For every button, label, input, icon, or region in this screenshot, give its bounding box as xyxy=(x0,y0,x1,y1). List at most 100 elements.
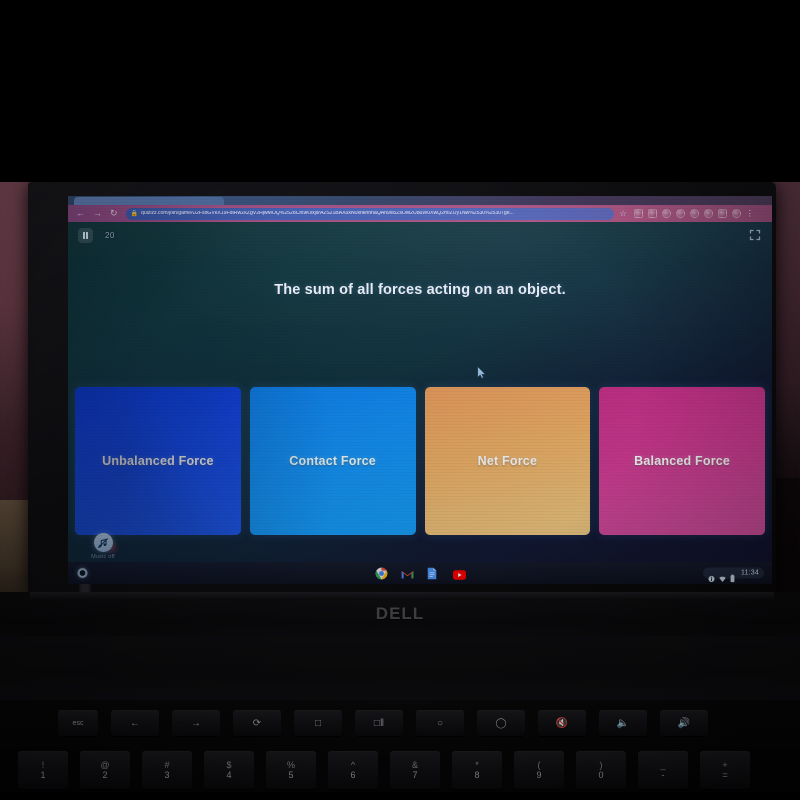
pause-button[interactable] xyxy=(78,227,93,243)
key-2-digit: 2 xyxy=(102,769,108,780)
key-3[interactable]: # 3 xyxy=(142,751,192,789)
music-toggle-label: Music off xyxy=(91,554,115,560)
google-docs-icon[interactable] xyxy=(427,567,440,580)
key-overview[interactable]: □‖ xyxy=(355,710,403,736)
launcher-button[interactable] xyxy=(77,567,88,579)
key-back[interactable]: ← xyxy=(111,710,159,736)
key-2-symbol: @ xyxy=(100,759,110,770)
extension-icon-6[interactable] xyxy=(703,209,713,218)
music-toggle[interactable]: Music off xyxy=(80,533,126,560)
chrome-icon[interactable] xyxy=(375,567,388,580)
music-muted-icon xyxy=(93,533,113,552)
key-volume-down[interactable]: 🔈 xyxy=(599,710,647,736)
dell-logo: DELL xyxy=(375,604,425,623)
reload-icon[interactable]: ↻ xyxy=(110,209,118,218)
system-tray[interactable]: 11:34 xyxy=(703,567,764,583)
chrome-menu-icon[interactable]: ⋮ xyxy=(746,209,754,218)
bookmark-star-icon[interactable]: ☆ xyxy=(620,209,627,218)
extension-icon-1[interactable] xyxy=(633,209,643,218)
letterbox-top xyxy=(0,0,800,182)
browser-tab-quizizz[interactable] xyxy=(74,197,224,205)
battery-icon xyxy=(730,570,737,583)
laptop-screen: ← → ↻ 🔒 quizizz.com/join/game/U2FsdGVkX1… xyxy=(68,196,772,584)
answer-option-3[interactable]: Net Force xyxy=(424,387,591,535)
answer-option-2[interactable]: Contact Force xyxy=(249,387,416,535)
laptop-palmrest xyxy=(0,636,800,700)
navigation-buttons: ← → ↻ xyxy=(68,209,118,218)
key-8-symbol: * xyxy=(475,759,479,770)
key-fullscreen[interactable]: □ xyxy=(294,710,342,736)
key-1-digit: 1 xyxy=(40,769,46,780)
key-brightness-down[interactable]: ○ xyxy=(416,710,464,736)
key-0[interactable]: ) 0 xyxy=(576,751,626,789)
key-0-symbol: ) xyxy=(599,759,603,770)
key-1-symbol: ! xyxy=(41,759,45,770)
key-3-symbol: # xyxy=(164,759,170,770)
shelf-app-icons xyxy=(375,567,466,580)
key-reload[interactable]: ⟳ xyxy=(233,710,281,736)
key-5-symbol: % xyxy=(286,759,295,770)
key-7-digit: 7 xyxy=(412,769,418,780)
key-4-digit: 4 xyxy=(226,769,232,780)
browser-toolbar: ← → ↻ 🔒 quizizz.com/join/game/U2FsdGVkX1… xyxy=(68,205,772,222)
youtube-icon[interactable] xyxy=(452,567,466,580)
key-equals-symbol: + xyxy=(722,759,728,770)
key-mute[interactable]: 🔇 xyxy=(538,710,586,736)
shelf-clock: 11:34 xyxy=(741,569,759,577)
profile-avatar-icon[interactable] xyxy=(731,209,741,218)
key-7-symbol: & xyxy=(411,759,418,770)
key-5[interactable]: % 5 xyxy=(266,751,316,789)
key-6-symbol: ^ xyxy=(350,759,356,770)
key-escape[interactable]: esc xyxy=(58,710,98,736)
key-5-digit: 5 xyxy=(288,769,294,780)
key-7[interactable]: & 7 xyxy=(390,751,440,789)
browser-tabstrip xyxy=(68,196,772,205)
key-forward[interactable]: → xyxy=(172,710,220,736)
back-icon[interactable]: ← xyxy=(76,209,85,218)
forward-icon[interactable]: → xyxy=(93,209,102,218)
key-4[interactable]: $ 4 xyxy=(204,751,254,789)
keyboard-function-row: esc ← → ⟳ □ □‖ ○ ◯ 🔇 🔈 🔊 xyxy=(0,703,800,743)
key-2[interactable]: @ 2 xyxy=(80,751,130,789)
key-8[interactable]: * 8 xyxy=(452,751,502,789)
url-text: quizizz.com/join/game/U2FsdGVkX19FdIRwZk… xyxy=(141,210,514,216)
key-minus-digit: - xyxy=(661,769,665,780)
key-minus[interactable]: _ - xyxy=(638,751,688,789)
key-3-digit: 3 xyxy=(164,769,170,780)
keyboard-number-row: ! 1 @ 2 # 3 $ 4 % 5 ^ 6 & 7 * 8 (9) 0 … xyxy=(0,746,800,794)
chromeos-shelf: 11:34 xyxy=(68,562,772,584)
extension-icon-3[interactable] xyxy=(661,209,671,218)
key-minus-symbol: _ xyxy=(660,759,666,770)
gmail-icon[interactable] xyxy=(401,567,414,580)
quiz-timer: 20 xyxy=(105,230,115,240)
extension-icon-5[interactable] xyxy=(689,209,699,218)
key-8-digit: 8 xyxy=(474,769,480,780)
key-4-symbol: $ xyxy=(226,759,232,770)
mouse-cursor xyxy=(477,366,486,379)
key-1[interactable]: ! 1 xyxy=(18,751,68,789)
key-6[interactable]: ^ 6 xyxy=(328,751,378,789)
key-volume-up[interactable]: 🔊 xyxy=(660,710,708,736)
key-9[interactable]: ( 9 xyxy=(514,751,564,789)
address-bar[interactable]: 🔒 quizizz.com/join/game/U2FsdGVkX19FdIRw… xyxy=(125,207,614,220)
info-icon xyxy=(708,570,715,583)
answer-option-1[interactable]: Unbalanced Force xyxy=(75,387,241,535)
extension-icon-4[interactable] xyxy=(675,209,685,218)
quizizz-page: 20 The sum of all forces acting on an ob… xyxy=(68,222,772,562)
key-brightness-up[interactable]: ◯ xyxy=(477,710,525,736)
key-equals-digit: = xyxy=(722,769,728,780)
extension-icons xyxy=(633,209,741,218)
fullscreen-icon[interactable] xyxy=(748,228,762,242)
answer-option-4[interactable]: Balanced Force xyxy=(599,387,765,535)
key-equals[interactable]: + = xyxy=(700,751,750,789)
extension-icon-2[interactable] xyxy=(647,209,657,218)
key-6-digit: 6 xyxy=(350,769,356,780)
answer-options: Unbalanced Force Contact Force Net Force… xyxy=(75,387,765,535)
key-0-digit: 0 xyxy=(598,769,604,780)
quiz-topbar: 20 xyxy=(68,222,772,248)
question-text: The sum of all forces acting on an objec… xyxy=(274,282,566,298)
laptop-photo: ← → ↻ 🔒 quizizz.com/join/game/U2FsdGVkX1… xyxy=(0,0,800,800)
extension-icon-7[interactable] xyxy=(717,209,727,218)
lock-icon: 🔒 xyxy=(130,210,139,217)
laptop-hinge xyxy=(30,592,774,600)
